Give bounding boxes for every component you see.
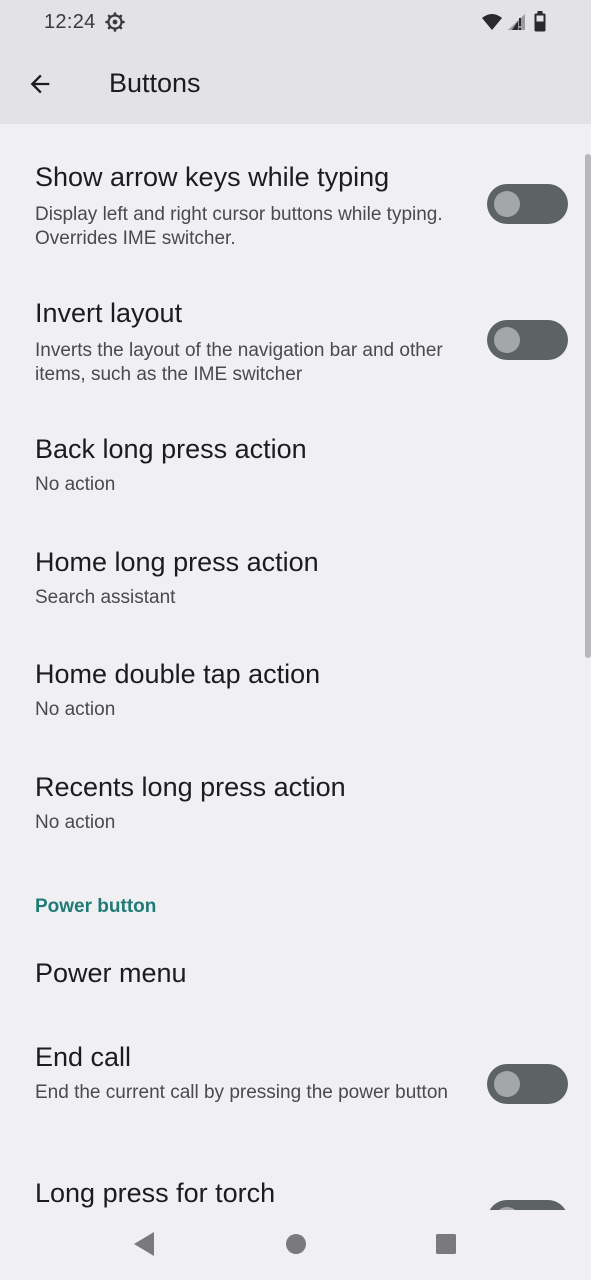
pref-title: Long press for torch (35, 1178, 276, 1208)
pref-summary: Display left and right cursor buttons wh… (35, 204, 443, 249)
switch-thumb (494, 191, 520, 217)
settings-gear-icon (105, 12, 125, 32)
section-header-power-button: Power button (35, 896, 157, 917)
pref-summary: No action (35, 812, 116, 833)
pref-title: Recents long press action (35, 772, 346, 802)
status-bar: 12:24 (0, 0, 591, 46)
back-button[interactable] (18, 62, 62, 106)
battery-icon (534, 11, 546, 32)
pref-summary: No action (35, 699, 116, 720)
pref-title: Back long press action (35, 434, 307, 464)
app-bar: Buttons (0, 46, 591, 124)
pref-title: Power menu (35, 958, 187, 988)
nav-home-button[interactable] (274, 1222, 318, 1266)
pref-title: Show arrow keys while typing (35, 162, 390, 192)
preferences-list[interactable]: Show arrow keys while typing Display lef… (0, 124, 591, 1210)
pref-invert-layout[interactable]: Invert layout Inverts the layout of the … (0, 288, 591, 404)
pref-summary: Search assistant (35, 587, 176, 608)
nav-back-icon (134, 1232, 154, 1256)
scrollbar[interactable] (585, 154, 591, 658)
pref-end-call[interactable]: End call End the current call by pressin… (0, 1032, 591, 1148)
end-call-switch[interactable] (487, 1064, 568, 1104)
page-title: Buttons (109, 68, 201, 98)
pref-title: Invert layout (35, 298, 183, 328)
status-time: 12:24 (44, 11, 96, 33)
wifi-icon (482, 14, 502, 30)
pref-power-menu[interactable]: Power menu (0, 950, 591, 1026)
nav-recents-icon (436, 1234, 456, 1254)
switch-thumb (494, 1071, 520, 1097)
pref-back-long-press[interactable]: Back long press action No action (0, 424, 591, 520)
show-arrow-keys-switch[interactable] (487, 184, 568, 224)
pref-title: Home long press action (35, 547, 319, 577)
pref-summary: End the current call by pressing the pow… (35, 1082, 448, 1103)
pref-long-press-torch[interactable]: Long press for torch (0, 1168, 591, 1210)
nav-back-button[interactable] (122, 1222, 166, 1266)
pref-summary: No action (35, 474, 116, 495)
pref-show-arrow-keys[interactable]: Show arrow keys while typing Display lef… (0, 152, 591, 268)
pref-title: Home double tap action (35, 659, 321, 689)
navigation-bar (0, 1210, 591, 1280)
nav-home-icon (286, 1234, 306, 1254)
pref-title: End call (35, 1042, 132, 1072)
pref-home-double-tap[interactable]: Home double tap action No action (0, 649, 591, 745)
invert-layout-switch[interactable] (487, 320, 568, 360)
screen: 12:24 Buttons Show arrow keys while typi… (0, 0, 591, 1280)
nav-recents-button[interactable] (424, 1222, 468, 1266)
arrow-back-icon (30, 74, 50, 94)
cell-signal-icon (508, 14, 525, 31)
pref-recents-long-press[interactable]: Recents long press action No action (0, 762, 591, 858)
switch-thumb (494, 327, 520, 353)
pref-home-long-press[interactable]: Home long press action Search assistant (0, 537, 591, 633)
torch-switch[interactable] (487, 1200, 568, 1210)
pref-summary: Inverts the layout of the navigation bar… (35, 340, 443, 385)
